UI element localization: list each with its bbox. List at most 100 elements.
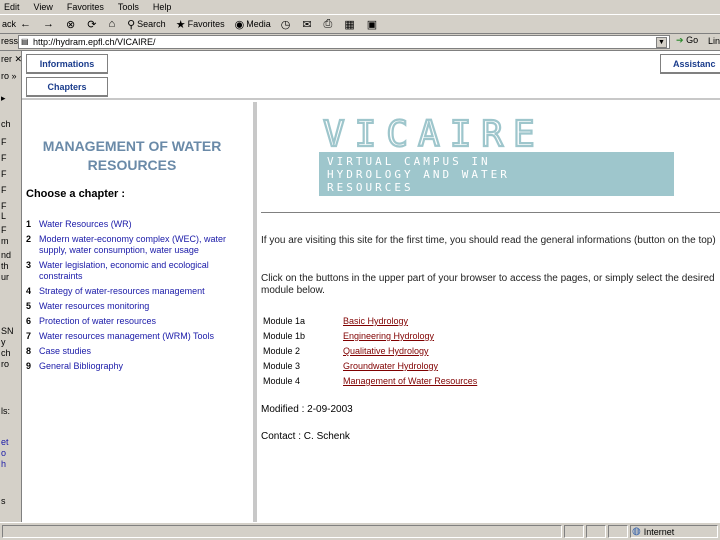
- explorer-row[interactable]: ro »: [1, 71, 17, 81]
- module-link[interactable]: Management of Water Resources: [343, 374, 477, 389]
- print-icon: ⎙: [323, 17, 333, 30]
- status-cell: [564, 525, 584, 538]
- explorer-row[interactable]: L: [1, 211, 6, 221]
- logo-line: RESOURCES: [327, 181, 414, 194]
- explorer-row[interactable]: y: [1, 337, 6, 347]
- vicaire-logo: VICAIRE VIRTUAL CAMPUS IN HYDROLOGY AND …: [319, 116, 674, 196]
- chapter-item[interactable]: 7 Water resources management (WRM) Tools: [26, 331, 251, 342]
- home-icon: ⌂: [108, 18, 116, 30]
- explorer-row[interactable]: m: [1, 236, 9, 246]
- explorer-row[interactable]: F: [1, 153, 7, 163]
- explorer-bar: rer ✕ ro » ▸ ch F F F F F L F m nd th ur…: [0, 51, 22, 522]
- menu-bar: Edit View Favorites Tools Help: [0, 0, 720, 14]
- favorites-icon: ★: [175, 18, 186, 31]
- chapter-pane: MANAGEMENT OF WATER RESOURCES Choose a c…: [22, 102, 253, 522]
- history-button[interactable]: ◷: [281, 18, 293, 31]
- explorer-row[interactable]: o: [1, 448, 6, 458]
- edit-icon: ▦: [344, 18, 355, 31]
- favorites-button[interactable]: ★ Favorites: [176, 18, 225, 31]
- refresh-icon: ⟳: [87, 18, 97, 31]
- address-input[interactable]: ▤ http://hydram.epfl.ch/VICAIRE/ ▼: [18, 35, 670, 49]
- instructions-text: Click on the buttons in the upper part o…: [261, 273, 715, 296]
- home-button[interactable]: ⌂: [108, 18, 117, 30]
- print-button[interactable]: ⎙: [324, 18, 335, 31]
- chapter-item[interactable]: 4 Strategy of water-resources management: [26, 286, 251, 297]
- page-icon: ▤: [21, 37, 29, 46]
- module-row: Module 1b Engineering Hydrology: [263, 329, 477, 344]
- menu-favorites[interactable]: Favorites: [67, 2, 104, 12]
- go-arrow-icon: ➔: [676, 35, 684, 45]
- explorer-row[interactable]: F: [1, 225, 7, 235]
- explorer-row[interactable]: SN: [1, 326, 14, 336]
- address-bar: ress ▤ http://hydram.epfl.ch/VICAIRE/ ▼ …: [0, 34, 720, 51]
- chevron-down-icon[interactable]: ▼: [656, 37, 667, 48]
- explorer-row[interactable]: ro: [1, 359, 9, 369]
- toolbar: ack ← → ⊗ ⟳ ⌂ ⚲ Search ★ Favorites ◉ Media ◷…: [0, 14, 720, 34]
- explorer-row[interactable]: ur: [1, 272, 9, 282]
- web-content: Informations Chapters Assistanc MANAGEME…: [22, 51, 720, 522]
- module-row: Module 4 Management of Water Resources: [263, 374, 477, 389]
- status-message: [2, 525, 562, 538]
- edit-button[interactable]: ▦: [344, 18, 356, 31]
- explorer-row[interactable]: F: [1, 137, 7, 147]
- status-cell: [586, 525, 606, 538]
- stop-icon: ⊗: [66, 18, 76, 31]
- page-title: MANAGEMENT OF WATER RESOURCES: [42, 138, 222, 173]
- explorer-row[interactable]: ls:: [1, 406, 10, 416]
- intro-text: If you are visiting this site for the fi…: [261, 235, 716, 246]
- chapter-item[interactable]: 2 Modern water-economy complex (WEC), wat…: [26, 234, 251, 256]
- explorer-row[interactable]: F: [1, 185, 7, 195]
- chapter-item[interactable]: 6 Protection of water resources: [26, 316, 251, 327]
- menu-edit[interactable]: Edit: [4, 2, 20, 12]
- contact-text: Contact : C. Schenk: [261, 431, 350, 442]
- discuss-button[interactable]: ▣: [367, 18, 379, 31]
- explorer-row[interactable]: F: [1, 169, 7, 179]
- chapter-item[interactable]: 9 General Bibliography: [26, 361, 251, 372]
- refresh-button[interactable]: ⟳: [87, 18, 98, 31]
- chapter-item[interactable]: 5 Water resources monitoring: [26, 301, 251, 312]
- module-row: Module 3 Groundwater Hydrology: [263, 359, 477, 374]
- menu-tools[interactable]: Tools: [118, 2, 139, 12]
- media-button[interactable]: ◉ Media: [235, 18, 271, 31]
- module-row: Module 1a Basic Hydrology: [263, 314, 477, 329]
- menu-view[interactable]: View: [34, 2, 53, 12]
- modified-date: Modified : 2-09-2003: [261, 404, 353, 415]
- explorer-row[interactable]: et: [1, 437, 9, 447]
- explorer-row[interactable]: th: [1, 261, 9, 271]
- logo-word: VICAIRE: [323, 116, 545, 155]
- chapter-item[interactable]: 3 Water legislation, economic and ecologi…: [26, 260, 251, 282]
- chapter-item[interactable]: 1 Water Resources (WR): [26, 219, 251, 230]
- module-link[interactable]: Qualitative Hydrology: [343, 344, 429, 359]
- module-link[interactable]: Basic Hydrology: [343, 314, 408, 329]
- explorer-row[interactable]: ch: [1, 119, 11, 129]
- explorer-row[interactable]: ch: [1, 348, 11, 358]
- status-bar: ◍ Internet: [0, 522, 720, 540]
- back-button[interactable]: ack ←: [2, 18, 33, 30]
- chapter-item[interactable]: 8 Case studies: [26, 346, 251, 357]
- explorer-row[interactable]: rer ✕: [1, 54, 21, 65]
- links-button[interactable]: Lin: [708, 36, 720, 46]
- explorer-row[interactable]: F: [1, 201, 7, 211]
- history-icon: ◷: [280, 18, 291, 31]
- tab-informations[interactable]: Informations: [26, 54, 108, 74]
- menu-help[interactable]: Help: [153, 2, 172, 12]
- module-link[interactable]: Engineering Hydrology: [343, 329, 434, 344]
- explorer-row[interactable]: s: [1, 496, 6, 506]
- explorer-row[interactable]: h: [1, 459, 6, 469]
- tab-chapters[interactable]: Chapters: [26, 77, 108, 97]
- module-row: Module 2 Qualitative Hydrology: [263, 344, 477, 359]
- tab-assistance[interactable]: Assistanc: [660, 54, 720, 74]
- status-cell: [608, 525, 628, 538]
- explorer-row[interactable]: ▸: [1, 93, 6, 104]
- stop-button[interactable]: ⊗: [66, 18, 77, 31]
- search-icon: ⚲: [127, 18, 136, 31]
- module-list: Module 1a Basic Hydrology Module 1b Engine…: [263, 314, 477, 389]
- mail-button[interactable]: ✉: [302, 18, 313, 31]
- search-button[interactable]: ⚲ Search: [127, 18, 166, 31]
- explorer-row[interactable]: nd: [1, 250, 11, 260]
- module-link[interactable]: Groundwater Hydrology: [343, 359, 438, 374]
- mail-icon: ✉: [302, 18, 312, 31]
- forward-button[interactable]: →: [43, 18, 56, 30]
- globe-icon: ◍: [632, 526, 641, 537]
- go-button[interactable]: ➔ Go: [676, 35, 698, 46]
